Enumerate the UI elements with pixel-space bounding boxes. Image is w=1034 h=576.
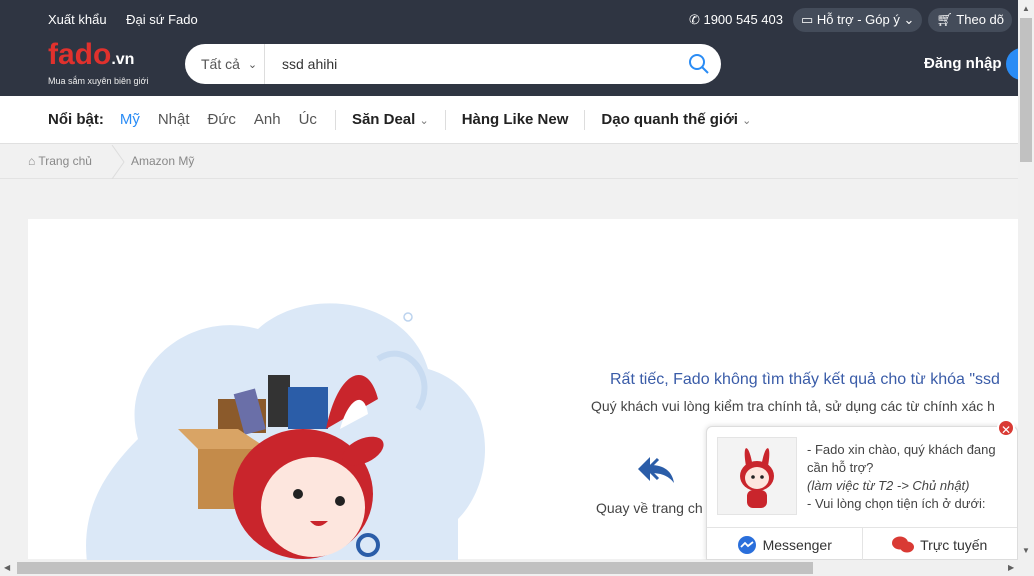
online-chat-label: Trực tuyến (920, 536, 988, 553)
cart-icon: 🛒︎ (936, 12, 953, 27)
chevron-down-icon: ⌄ (903, 12, 915, 27)
scroll-down-icon[interactable]: ▼ (1022, 546, 1030, 555)
vertical-scroll-thumb[interactable] (1020, 18, 1032, 162)
hotline[interactable]: ✆ 1900 545 403 (689, 12, 783, 28)
search-bar: Tất cả ⌄ ssd ahihi (185, 44, 721, 84)
breadcrumb-home-label: Trang chủ (38, 154, 92, 168)
support-dropdown[interactable]: ▭ Hỗ trợ - Góp ý ⌄ (793, 8, 923, 32)
search-icon[interactable] (677, 53, 721, 75)
nav-label: Nổi bật: (48, 111, 104, 128)
nav-country-jp[interactable]: Nhật (158, 111, 190, 128)
no-result-hint: Quý khách vui lòng kiểm tra chính tả, sử… (591, 398, 995, 414)
nav-world-label: Dạo quanh thế giới (601, 111, 738, 128)
export-link[interactable]: Xuất khẩu (48, 12, 107, 27)
messenger-label: Messenger (762, 536, 832, 553)
chat-instruction: - Vui lòng chọn tiện ích ở dưới: (807, 496, 986, 511)
login-link[interactable]: Đăng nhập (924, 55, 1002, 72)
search-input[interactable]: ssd ahihi (265, 56, 677, 72)
logo-tagline: Mua sắm xuyên biên giới (48, 76, 149, 86)
chevron-down-icon: ⌄ (742, 115, 752, 127)
nav-country-de[interactable]: Đức (208, 111, 236, 128)
hotline-number: 1900 545 403 (703, 12, 783, 27)
breadcrumb-home[interactable]: ⌂ Trang chủ (28, 154, 92, 168)
messenger-icon (737, 535, 756, 554)
category-label: Tất cả (201, 56, 240, 72)
messenger-button[interactable]: Messenger (707, 528, 862, 561)
horizontal-scroll-thumb[interactable] (17, 562, 813, 574)
follow-order-link[interactable]: 🛒︎ Theo dõ (928, 8, 1012, 32)
chat-greeting-line: - Fado xin chào, quý khách đang cần hỗ t… (807, 442, 996, 475)
chat-options: Messenger Trực tuyến (707, 527, 1017, 561)
top-links: Xuất khẩu Đại sứ Fado (48, 12, 214, 27)
breadcrumb-current: Amazon Mỹ (131, 154, 195, 168)
category-select[interactable]: Tất cả ⌄ (185, 44, 265, 84)
vertical-scrollbar[interactable]: ▲ ▼ (1018, 0, 1034, 560)
logo[interactable]: fado.vn Mua sắm xuyên biên giới (48, 38, 149, 87)
logo-brand: fado (48, 38, 112, 71)
support-icon: ▭ (801, 12, 814, 27)
chat-hours: (làm việc từ T2 -> Chủ nhật) (807, 478, 970, 493)
scroll-left-icon[interactable]: ◀ (4, 563, 10, 572)
mascot-avatar (717, 437, 797, 515)
nav-deal-label: Săn Deal (351, 111, 416, 128)
top-right-links: ✆ 1900 545 403 ▭ Hỗ trợ - Góp ý ⌄ 🛒︎ The… (689, 8, 1018, 32)
nav-divider (444, 109, 446, 130)
nav-like-new[interactable]: Hàng Like New (462, 111, 569, 128)
home-icon: ⌂ (28, 154, 36, 168)
mascot-illustration (86, 303, 486, 569)
nav-world-dropdown[interactable]: Dạo quanh thế giới ⌄ (601, 111, 751, 128)
online-chat-button[interactable]: Trực tuyến (861, 528, 1018, 561)
nav-divider (584, 109, 586, 130)
scroll-up-icon[interactable]: ▲ (1022, 4, 1030, 13)
nav-country-us[interactable]: Mỹ (120, 111, 140, 128)
horizontal-scrollbar[interactable]: ◀ ▶ (0, 560, 1034, 576)
chat-greeting: - Fado xin chào, quý khách đang cần hỗ t… (807, 441, 1007, 513)
close-icon[interactable]: ✕ (997, 419, 1015, 437)
phone-icon: ✆ (688, 12, 700, 27)
chevron-down-icon: ⌄ (247, 58, 258, 71)
category-nav: Nổi bật: Mỹ Nhật Đức Anh Úc Săn Deal ⌄ H… (0, 96, 1018, 144)
nav-divider (334, 109, 336, 130)
scroll-right-icon[interactable]: ▶ (1008, 563, 1014, 572)
support-chat-widget: ✕ - Fado xin chào, quý khách đang cần hỗ… (706, 419, 1018, 561)
nav-country-uk[interactable]: Anh (254, 111, 281, 128)
breadcrumb-separator-icon (111, 145, 125, 179)
follow-label: Theo dõ (956, 12, 1004, 27)
nav-country-au[interactable]: Úc (299, 111, 317, 128)
chevron-down-icon: ⌄ (419, 115, 429, 127)
back-home-link[interactable]: Quay về trang ch (596, 500, 703, 516)
breadcrumb: ⌂ Trang chủ Amazon Mỹ (0, 145, 1018, 179)
chat-bubbles-icon (892, 536, 915, 552)
header: Xuất khẩu Đại sứ Fado ✆ 1900 545 403 ▭ H… (0, 0, 1034, 96)
support-label: Hỗ trợ - Góp ý (816, 12, 900, 27)
logo-suffix: .vn (111, 51, 135, 68)
back-arrow-icon[interactable] (636, 455, 676, 485)
no-result-title: Rất tiếc, Fado không tìm thấy kết quả ch… (610, 371, 1000, 388)
nav-deal-dropdown[interactable]: Săn Deal ⌄ (352, 111, 429, 128)
ambassador-link[interactable]: Đại sứ Fado (126, 12, 198, 27)
